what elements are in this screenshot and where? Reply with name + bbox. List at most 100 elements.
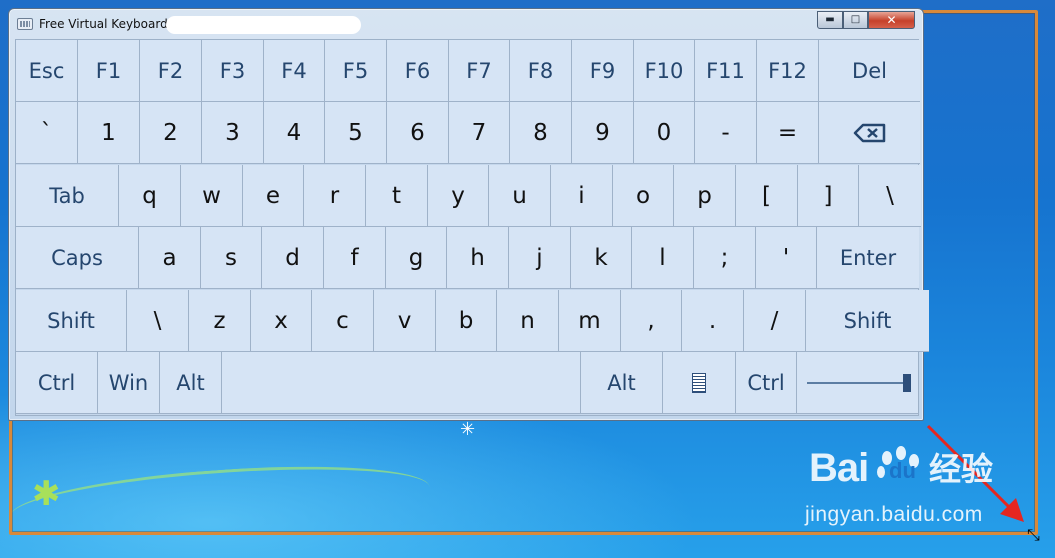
key-del[interactable]: Del: [819, 40, 920, 102]
key-char[interactable]: x: [251, 290, 312, 352]
keyboard-grid: Esc F1 F2 F3 F4 F5 F6 F7 F8 F9 F10 F11 F12 Del ` 1 2 3 4 5 6…: [15, 39, 929, 416]
key-shift[interactable]: Shift: [16, 290, 127, 352]
key-char[interactable]: /: [744, 290, 806, 352]
key-char[interactable]: [: [736, 165, 798, 227]
key-alt[interactable]: Alt: [160, 352, 222, 414]
key-f12[interactable]: F12: [757, 40, 819, 102]
backspace-key[interactable]: [819, 102, 920, 164]
key-ctrl[interactable]: Ctrl: [16, 352, 98, 414]
key-char[interactable]: \: [127, 290, 189, 352]
key-char[interactable]: n: [497, 290, 559, 352]
key-f10[interactable]: F10: [634, 40, 695, 102]
key-char[interactable]: ]: [798, 165, 859, 227]
key-char[interactable]: q: [119, 165, 181, 227]
key-char[interactable]: l: [632, 227, 694, 289]
key-char[interactable]: s: [201, 227, 262, 289]
key-char[interactable]: 9: [572, 102, 634, 164]
key-char[interactable]: \: [859, 165, 921, 227]
key-esc[interactable]: Esc: [16, 40, 78, 102]
key-f2[interactable]: F2: [140, 40, 202, 102]
key-f4[interactable]: F4: [264, 40, 325, 102]
key-char[interactable]: 5: [325, 102, 387, 164]
key-char[interactable]: g: [386, 227, 447, 289]
key-char[interactable]: o: [613, 165, 674, 227]
key-char[interactable]: c: [312, 290, 374, 352]
key-char[interactable]: a: [139, 227, 201, 289]
watermark-du-text: du: [889, 458, 916, 483]
key-char[interactable]: ': [756, 227, 817, 289]
key-char[interactable]: m: [559, 290, 621, 352]
key-f5[interactable]: F5: [325, 40, 387, 102]
key-char[interactable]: i: [551, 165, 613, 227]
minimize-button[interactable]: ▬: [817, 11, 843, 29]
key-char[interactable]: e: [243, 165, 304, 227]
key-alt[interactable]: Alt: [581, 352, 663, 414]
key-enter[interactable]: Enter: [817, 227, 919, 289]
key-char[interactable]: 7: [449, 102, 510, 164]
key-char[interactable]: 3: [202, 102, 264, 164]
opacity-slider[interactable]: [797, 352, 918, 414]
key-char[interactable]: 1: [78, 102, 140, 164]
resize-cursor-icon: ⤡: [1027, 525, 1040, 544]
keyboard-row: Caps a s d f g h j k l; ' Enter: [16, 227, 919, 289]
key-f6[interactable]: F6: [387, 40, 449, 102]
key-char[interactable]: w: [181, 165, 243, 227]
key-char[interactable]: k: [571, 227, 632, 289]
slider-thumb[interactable]: [903, 374, 911, 392]
key-f1[interactable]: F1: [78, 40, 140, 102]
key-char[interactable]: h: [447, 227, 509, 289]
menu-key[interactable]: [663, 352, 736, 414]
key-char[interactable]: p: [674, 165, 736, 227]
key-char[interactable]: z: [189, 290, 251, 352]
close-button[interactable]: ✕: [868, 11, 915, 29]
baidu-watermark: Bai du 经验 jingyan.baidu.com: [805, 440, 1020, 535]
key-shift[interactable]: Shift: [806, 290, 929, 352]
key-f11[interactable]: F11: [695, 40, 757, 102]
watermark-logo-text: Bai: [809, 446, 869, 490]
key-char[interactable]: 4: [264, 102, 325, 164]
key-char[interactable]: 2: [140, 102, 202, 164]
key-char[interactable]: 0: [634, 102, 695, 164]
keyboard-row: Shift \ z x c v b n m,. / Shift: [16, 290, 929, 352]
window-title: Free Virtual Keyboard: [39, 17, 168, 31]
key-ctrl[interactable]: Ctrl: [736, 352, 797, 414]
key-char[interactable]: 8: [510, 102, 572, 164]
key-f7[interactable]: F7: [449, 40, 510, 102]
keyboard-row: ` 1 2 3 4 5 6 7 8 9 0- =: [16, 102, 920, 164]
key-char[interactable]: ;: [694, 227, 756, 289]
keyboard-row: Tab q w e r t y u i o p[] \: [16, 165, 921, 227]
space-key[interactable]: [222, 352, 581, 414]
keyboard-icon: [17, 18, 33, 30]
key-win[interactable]: Win: [98, 352, 160, 414]
keyboard-row: Ctrl Win Alt Alt Ctrl: [16, 352, 918, 414]
key-char[interactable]: =: [757, 102, 819, 164]
key-char[interactable]: d: [262, 227, 324, 289]
key-char[interactable]: `: [16, 102, 78, 164]
key-f9[interactable]: F9: [572, 40, 634, 102]
menu-icon: [692, 372, 706, 393]
key-char[interactable]: f: [324, 227, 386, 289]
backspace-icon: [853, 123, 885, 142]
key-f3[interactable]: F3: [202, 40, 264, 102]
slider-track[interactable]: [807, 382, 907, 384]
maximize-button[interactable]: □: [843, 11, 868, 29]
key-char[interactable]: -: [695, 102, 757, 164]
title-redaction: [166, 16, 361, 34]
key-char[interactable]: u: [489, 165, 551, 227]
key-char[interactable]: ,: [621, 290, 682, 352]
key-char[interactable]: r: [304, 165, 366, 227]
virtual-keyboard-window: Free Virtual Keyboard ▬ □ ✕ Esc F1 F2 F3 F4 F…: [8, 8, 929, 421]
key-caps[interactable]: Caps: [16, 227, 139, 289]
key-f8[interactable]: F8: [510, 40, 572, 102]
key-char[interactable]: v: [374, 290, 436, 352]
watermark-url: jingyan.baidu.com: [805, 503, 983, 526]
key-char[interactable]: t: [366, 165, 428, 227]
key-char[interactable]: .: [682, 290, 744, 352]
key-char[interactable]: y: [428, 165, 489, 227]
key-char[interactable]: b: [436, 290, 497, 352]
keyboard-row: Esc F1 F2 F3 F4 F5 F6 F7 F8 F9 F10 F11 F12 Del: [16, 40, 920, 102]
title-bar[interactable]: Free Virtual Keyboard ▬ □ ✕: [9, 9, 923, 39]
key-tab[interactable]: Tab: [16, 165, 119, 227]
key-char[interactable]: 6: [387, 102, 449, 164]
key-char[interactable]: j: [509, 227, 571, 289]
